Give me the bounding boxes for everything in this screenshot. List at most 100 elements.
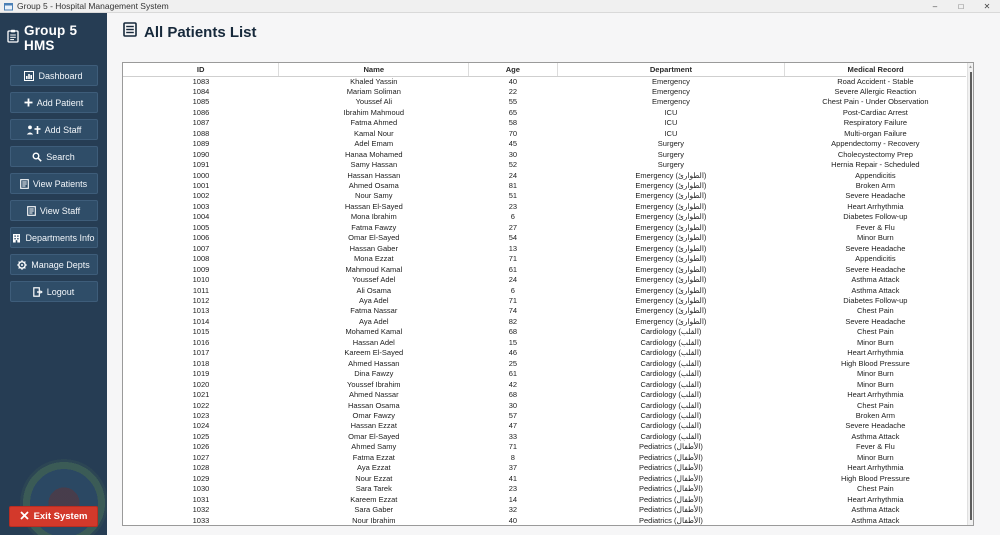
table-row[interactable]: 1011 Ali Osama 6 Emergency (الطوارئ) Asthma … <box>123 286 966 296</box>
table-header-row: ID Name Age Department Medical Record <box>123 63 966 77</box>
table-cell: Severe Headache <box>845 421 906 431</box>
table-row[interactable]: 1014 Aya Adel 82 Emergency (الطوارئ) Severe … <box>123 317 966 327</box>
table-row[interactable]: 1033 Nour Ibrahim 40 Pediatrics (الأطفال) As… <box>123 515 966 525</box>
sidebar-item-view-patients[interactable]: View Patients <box>9 173 98 194</box>
sidebar-item-dashboard[interactable]: Dashboard <box>9 65 98 86</box>
table-cell: 71 <box>508 296 518 306</box>
table-cell: 1088 <box>192 128 210 138</box>
table-cell: 54 <box>508 233 518 243</box>
table-row[interactable]: 1016 Hassan Adel 15 Cardiology (القلب) Minor… <box>123 338 966 348</box>
table-row[interactable]: 1028 Aya Ezzat 37 Pediatrics (الأطفال) Heart… <box>123 463 966 473</box>
table-row[interactable]: 1013 Fatma Nassar 74 Emergency (الطوارئ) Che… <box>123 306 966 316</box>
table-row[interactable]: 1021 Ahmed Nassar 68 Cardiology (القلب) Hear… <box>123 390 966 400</box>
table-row[interactable]: 1009 Mahmoud Kamal 61 Emergency (الطوارئ) Se… <box>123 265 966 275</box>
table-row[interactable]: 1089 Adel Emam 45 Surgery Appendectomy - Rec… <box>123 139 966 149</box>
table-row[interactable]: 1022 Hassan Osama 30 Cardiology (القلب) Ches… <box>123 401 966 411</box>
table-row[interactable]: 1030 Sara Tarek 23 Pediatrics (الأطفال) Ches… <box>123 484 966 494</box>
scrollbar-thumb[interactable] <box>970 72 972 520</box>
app-icon <box>4 2 13 11</box>
sidebar-item-label: Departments Info <box>25 232 95 243</box>
table-row[interactable]: 1029 Nour Ezzat 41 Pediatrics (الأطفال) High… <box>123 474 966 484</box>
table-cell: 30 <box>508 400 518 410</box>
table-cell: 1000 <box>192 170 210 180</box>
vertical-scrollbar[interactable]: ▲ <box>967 63 973 525</box>
table-row[interactable]: 1088 Kamal Nour 70 ICU Multi-organ Failure <box>123 129 966 139</box>
table-cell: Chest Pain <box>857 327 894 337</box>
table-row[interactable]: 1087 Fatma Ahmed 58 ICU Respiratory Failure <box>123 118 966 128</box>
table-row[interactable]: 1000 Hassan Hassan 24 Emergency (الطوارئ) Ap… <box>123 171 966 181</box>
table-row[interactable]: 1086 Ibrahim Mahmoud 65 ICU Post-Cardiac Arr… <box>123 108 966 118</box>
table-row[interactable]: 1090 Hanaa Mohamed 30 Surgery Cholecystectom… <box>123 150 966 160</box>
table-row[interactable]: 1024 Hassan Ezzat 47 Cardiology (القلب) Seve… <box>123 421 966 431</box>
sidebar-item-logout[interactable]: Logout <box>9 281 98 302</box>
table-row[interactable]: 1003 Hassan El-Sayed 23 Emergency (الطوارئ)… <box>123 202 966 212</box>
table-row[interactable]: 1002 Nour Samy 51 Emergency (الطوارئ) Severe… <box>123 191 966 201</box>
table-row[interactable]: 1006 Omar El-Sayed 54 Emergency (الطوارئ) Mi… <box>123 233 966 243</box>
table-row[interactable]: 1012 Aya Adel 71 Emergency (الطوارئ) Diabete… <box>123 296 966 306</box>
table-cell: Ahmed Nassar <box>348 390 399 400</box>
table-row[interactable]: 1083 Khaled Yassin 40 Emergency Road Acciden… <box>123 76 966 87</box>
sidebar-item-add-staff[interactable]: Add Staff <box>9 119 98 140</box>
table-row[interactable]: 1023 Omar Fawzy 57 Cardiology (القلب) Broken… <box>123 411 966 421</box>
table-row[interactable]: 1027 Fatma Ezzat 8 Pediatrics (الأطفال) Mino… <box>123 453 966 463</box>
table-row[interactable]: 1004 Mona Ibrahim 6 Emergency (الطوارئ) Diab… <box>123 212 966 222</box>
table-cell: Heart Arrhythmia <box>847 390 904 400</box>
table-cell: Hanaa Mohamed <box>345 149 403 159</box>
table-cell: Severe Headache <box>845 243 906 253</box>
close-button[interactable]: ✕ <box>974 0 1000 13</box>
maximize-button[interactable]: □ <box>948 0 974 13</box>
table-row[interactable]: 1091 Samy Hassan 52 Surgery Hernia Repair - … <box>123 160 966 170</box>
table-row[interactable]: 1032 Sara Gaber 32 Pediatrics (الأطفال) Asth… <box>123 505 966 515</box>
table-cell: Ali Osama <box>356 285 392 295</box>
table-row[interactable]: 1025 Omar El-Sayed 33 Cardiology (القلب) Ast… <box>123 432 966 442</box>
table-row[interactable]: 1008 Mona Ezzat 71 Emergency (الطوارئ) Appen… <box>123 254 966 264</box>
table-cell: Pediatrics (الأطفال) <box>638 463 703 473</box>
table-cell: 1004 <box>192 212 210 222</box>
table-row[interactable]: 1005 Fatma Fawzy 27 Emergency (الطوارئ) Feve… <box>123 223 966 233</box>
sidebar-item-label: Add Patient <box>36 97 84 108</box>
sidebar-item-add-patient[interactable]: Add Patient <box>9 92 98 113</box>
sidebar-item-label: Add Staff <box>44 124 82 135</box>
scroll-up-icon[interactable]: ▲ <box>968 63 973 71</box>
table-cell: Adel Emam <box>354 139 394 149</box>
table-row[interactable]: 1084 Mariam Soliman 22 Emergency Severe Alle… <box>123 87 966 97</box>
table-cell: 45 <box>508 139 518 149</box>
table-row[interactable]: 1018 Ahmed Hassan 25 Cardiology (القلب) High… <box>123 359 966 369</box>
table-cell: Surgery <box>657 139 685 149</box>
table-row[interactable]: 1015 Mohamed Kamal 68 Cardiology (القلب) Che… <box>123 327 966 337</box>
table-cell: Chest Pain <box>857 306 894 316</box>
table-cell: Emergency (الطوارئ) <box>635 243 707 253</box>
table-row[interactable]: 1026 Ahmed Samy 71 Pediatrics (الأطفال) Feve… <box>123 442 966 452</box>
table-cell: Broken Arm <box>855 181 895 191</box>
table-cell: Emergency (الطوارئ) <box>635 306 707 316</box>
sidebar-item-manage-depts[interactable]: Manage Depts <box>9 254 98 275</box>
table-row[interactable]: 1020 Youssef Ibrahim 42 Cardiology (القلب) M… <box>123 380 966 390</box>
table-cell: Ahmed Osama <box>348 181 399 191</box>
table-cell: ICU <box>664 118 678 128</box>
sidebar-item-search[interactable]: Search <box>9 146 98 167</box>
table-row[interactable]: 1031 Kareem Ezzat 14 Pediatrics (الأطفال) He… <box>123 495 966 505</box>
table-cell: Emergency <box>651 76 690 86</box>
minimize-button[interactable]: – <box>922 0 948 13</box>
table-cell: Fatma Ezzat <box>352 452 395 462</box>
table-row[interactable]: 1085 Youssef Ali 55 Emergency Chest Pain - U… <box>123 97 966 107</box>
table-cell: 1027 <box>192 452 210 462</box>
table-cell: 47 <box>508 421 518 431</box>
table-cell: 1002 <box>192 191 210 201</box>
table-row[interactable]: 1017 Kareem El-Sayed 46 Cardiology (القلب) H… <box>123 348 966 358</box>
table-row[interactable]: 1001 Ahmed Osama 81 Emergency (الطوارئ) Brok… <box>123 181 966 191</box>
table-cell: 1010 <box>192 275 210 285</box>
table-cell: Emergency (الطوارئ) <box>635 233 707 243</box>
table-cell: Aya Adel <box>359 316 389 326</box>
sidebar-item-departments-info[interactable]: Departments Info <box>9 227 98 248</box>
table-cell: Mona Ibrahim <box>350 212 397 222</box>
table-cell: Emergency (الطوارئ) <box>635 201 707 211</box>
exit-system-button[interactable]: Exit System <box>9 506 98 527</box>
table-row[interactable]: 1007 Hassan Gaber 13 Emergency (الطوارئ) Sev… <box>123 244 966 254</box>
table-row[interactable]: 1010 Youssef Adel 24 Emergency (الطوارئ) Ast… <box>123 275 966 285</box>
table-cell: 27 <box>508 222 518 232</box>
table-cell: 82 <box>508 316 518 326</box>
table-row[interactable]: 1019 Dina Fawzy 61 Cardiology (القلب) Minor … <box>123 369 966 379</box>
sidebar-item-view-staff[interactable]: View Staff <box>9 200 98 221</box>
table-cell: Asthma Attack <box>851 515 900 525</box>
